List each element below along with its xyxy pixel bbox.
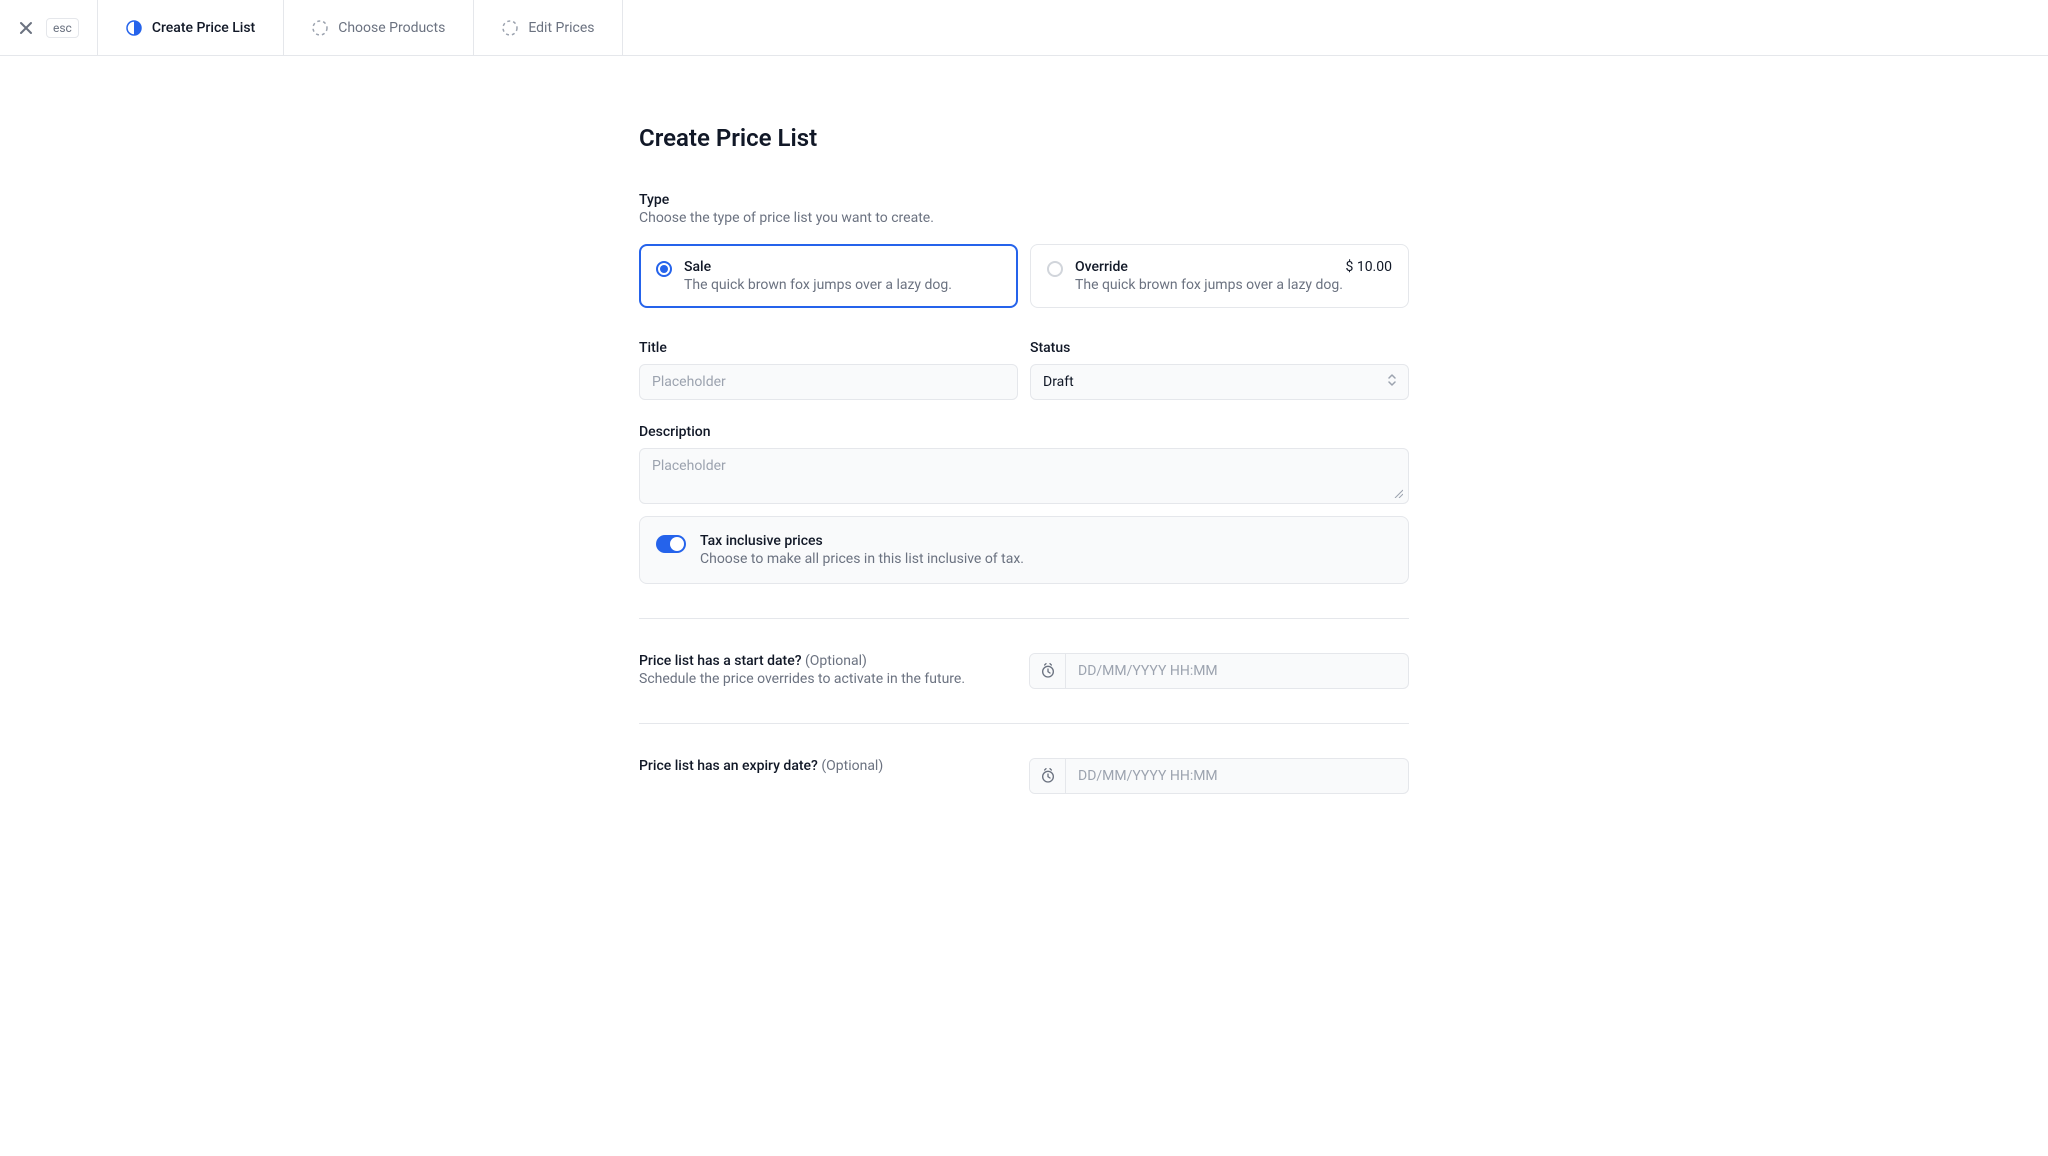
tax-inclusive-title: Tax inclusive prices [700, 533, 1024, 549]
tax-inclusive-toggle[interactable] [656, 535, 686, 553]
option-title: Override [1075, 259, 1128, 275]
option-price: $ 10.00 [1345, 259, 1392, 275]
option-title: Sale [684, 259, 711, 275]
expiry-date-field [1029, 758, 1409, 794]
type-options: Sale The quick brown fox jumps over a la… [639, 244, 1409, 308]
tab-create-price-list[interactable]: Create Price List [98, 0, 284, 55]
step-pending-icon [312, 20, 328, 36]
title-label: Title [639, 340, 1018, 356]
clock-icon [1030, 759, 1066, 793]
tax-inclusive-card: Tax inclusive prices Choose to make all … [639, 516, 1409, 584]
description-label: Description [639, 424, 1409, 440]
status-label: Status [1030, 340, 1409, 356]
step-active-icon [126, 20, 142, 36]
start-date-input[interactable] [1066, 654, 1408, 688]
radio-selected-icon [656, 261, 672, 277]
tab-choose-products[interactable]: Choose Products [284, 0, 474, 55]
type-option-override[interactable]: Override $ 10.00 The quick brown fox jum… [1030, 244, 1409, 308]
type-sublabel: Choose the type of price list you want t… [639, 210, 1409, 226]
expiry-date-input[interactable] [1066, 759, 1408, 793]
description-textarea[interactable] [639, 448, 1409, 504]
page-title: Create Price List [639, 124, 1409, 152]
tab-label: Edit Prices [528, 20, 594, 36]
divider [639, 618, 1409, 619]
start-date-question: Price list has a start date? [639, 653, 802, 669]
start-date-sub: Schedule the price overrides to activate… [639, 671, 1017, 687]
expiry-date-question: Price list has an expiry date? [639, 758, 818, 774]
tax-inclusive-desc: Choose to make all prices in this list i… [700, 551, 1024, 567]
esc-badge[interactable]: esc [46, 18, 79, 38]
option-desc: The quick brown fox jumps over a lazy do… [684, 277, 1001, 293]
start-date-field [1029, 653, 1409, 689]
tab-edit-prices[interactable]: Edit Prices [474, 0, 623, 55]
start-date-optional: (Optional) [805, 653, 867, 669]
type-label: Type [639, 192, 1409, 208]
status-select[interactable]: Draft [1030, 364, 1409, 400]
type-option-sale[interactable]: Sale The quick brown fox jumps over a la… [639, 244, 1018, 308]
title-input[interactable] [639, 364, 1018, 400]
close-icon[interactable] [18, 20, 34, 36]
page-content: Create Price List Type Choose the type o… [639, 56, 1409, 854]
option-desc: The quick brown fox jumps over a lazy do… [1075, 277, 1392, 293]
step-pending-icon [502, 20, 518, 36]
close-area: esc [0, 0, 98, 55]
expiry-date-optional: (Optional) [821, 758, 883, 774]
tab-label: Choose Products [338, 20, 445, 36]
radio-unselected-icon [1047, 261, 1063, 277]
tab-label: Create Price List [152, 20, 255, 36]
topbar: esc Create Price List Choose Products Ed… [0, 0, 2048, 56]
divider [639, 723, 1409, 724]
clock-icon [1030, 654, 1066, 688]
